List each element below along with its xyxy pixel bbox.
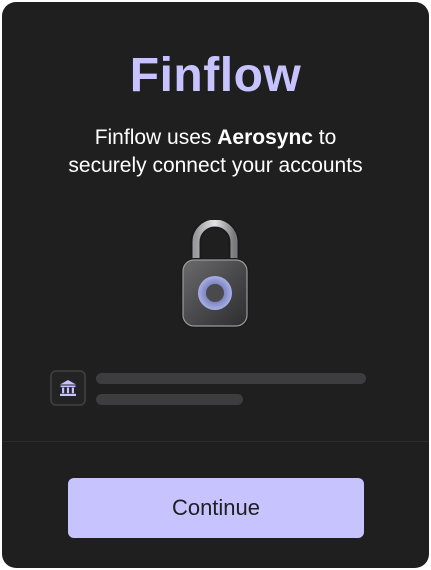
subtitle: Finflow uses Aerosync to securely connec… bbox=[2, 124, 429, 180]
subtitle-line-2: securely connect your accounts bbox=[68, 154, 363, 177]
connect-card: Finflow Finflow uses Aerosync to securel… bbox=[2, 2, 429, 568]
subtitle-prefix: Finflow uses bbox=[94, 126, 218, 149]
subtitle-provider: Aerosync bbox=[217, 126, 313, 149]
padlock-icon bbox=[179, 217, 251, 332]
bank-icon bbox=[50, 370, 86, 406]
skeleton-line-1 bbox=[96, 373, 366, 384]
continue-button[interactable]: Continue bbox=[68, 478, 364, 538]
footer-divider bbox=[2, 441, 429, 442]
brand-title: Finflow bbox=[129, 49, 302, 102]
subtitle-suffix: to bbox=[312, 126, 337, 149]
skeleton-line-2 bbox=[96, 394, 243, 405]
